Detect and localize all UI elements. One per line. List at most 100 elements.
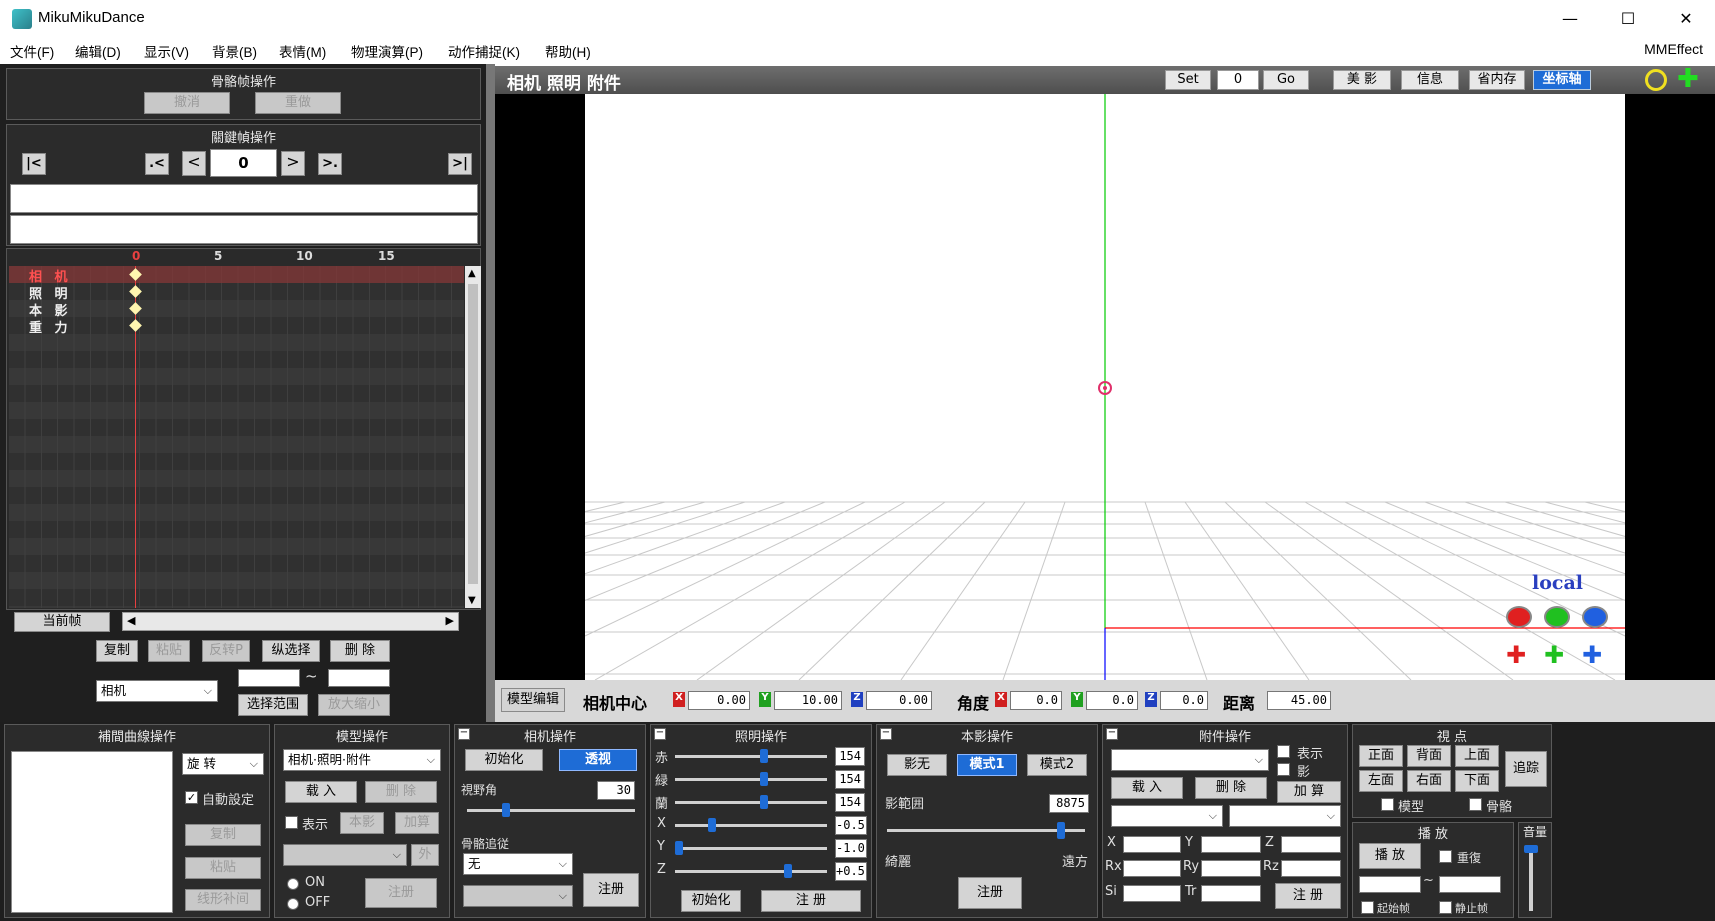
view-model-checkbox[interactable] (1381, 798, 1394, 811)
light-x-slider-track[interactable] (675, 824, 827, 827)
view-top-button[interactable]: 上面 (1455, 745, 1499, 767)
undo-button[interactable]: 撤消 (144, 92, 230, 114)
shadow-mode2-button[interactable]: 模式2 (1027, 754, 1087, 776)
camera-init-button[interactable]: 初始化 (465, 749, 543, 771)
fov-slider-track[interactable] (467, 809, 635, 812)
model-delete-button[interactable]: 删 除 (365, 781, 437, 803)
blue-input[interactable]: 154 (835, 793, 865, 812)
blue-slider-track[interactable] (675, 801, 827, 804)
redo-button[interactable]: 重做 (255, 92, 341, 114)
beauty-shadow-button[interactable]: 美 影 (1333, 70, 1391, 90)
follow-bone-select[interactable]: ⌵ (463, 885, 573, 907)
acc-z-input[interactable] (1281, 836, 1341, 853)
shadow-range-input[interactable]: 8875 (1049, 794, 1089, 813)
scroll-thumb[interactable] (468, 284, 478, 584)
distance-input[interactable]: 45.00 (1267, 691, 1331, 710)
timeline-grid[interactable] (9, 266, 464, 608)
goto-frame-input[interactable]: 0 (1217, 70, 1259, 90)
linear-interp-button[interactable]: 线形补间 (185, 889, 261, 911)
splitter[interactable] (486, 64, 495, 722)
save-memory-button[interactable]: 省内存 (1469, 70, 1525, 90)
last-frame-button[interactable]: >| (448, 153, 472, 175)
model-shadow-button[interactable]: 本影 (340, 812, 384, 834)
rotate-z-icon[interactable] (1582, 606, 1608, 628)
zoom-button[interactable]: 放大缩小 (318, 694, 390, 716)
interp-curve-canvas[interactable] (11, 751, 173, 913)
close-icon[interactable]: ✕ (1657, 0, 1715, 38)
acc-rz-input[interactable] (1281, 860, 1341, 877)
acc-x-input[interactable] (1123, 836, 1181, 853)
model-register-button[interactable]: 注册 (365, 878, 437, 908)
view-right-button[interactable]: 右面 (1407, 770, 1451, 792)
green-slider-thumb[interactable] (760, 772, 768, 786)
view-front-button[interactable]: 正面 (1359, 745, 1403, 767)
first-frame-button[interactable]: |< (22, 153, 46, 175)
model-add-button[interactable]: 加算 (395, 812, 439, 834)
rotate-x-icon[interactable] (1506, 606, 1532, 628)
track-gravity[interactable]: 重 力 (29, 317, 72, 336)
frame-info-field-1[interactable] (10, 184, 478, 213)
fov-slider-thumb[interactable] (502, 803, 510, 817)
shadow-range-slider-thumb[interactable] (1057, 822, 1065, 839)
timeline-hscrollbar[interactable]: ◀ ▶ (122, 612, 459, 631)
interp-paste-button[interactable]: 粘贴 (185, 857, 261, 879)
acc-si-input[interactable] (1123, 885, 1181, 902)
copy-button[interactable]: 复制 (96, 640, 138, 662)
acc-tr-input[interactable] (1201, 885, 1261, 902)
light-y-slider-thumb[interactable] (675, 841, 683, 855)
viewport-canvas[interactable] (585, 94, 1625, 680)
accessory-shadow-checkbox[interactable] (1277, 763, 1290, 776)
next-key-button[interactable]: >. (318, 153, 342, 175)
volume-slider-thumb[interactable] (1524, 845, 1538, 853)
perspective-button[interactable]: 透视 (559, 749, 637, 771)
start-frame-checkbox[interactable] (1361, 901, 1374, 914)
menu-physics[interactable]: 物理演算(P) (351, 41, 423, 61)
menu-motion-capture[interactable]: 动作捕捉(K) (448, 41, 520, 61)
accessory-parent-bone-select[interactable]: ⌵ (1229, 805, 1341, 827)
play-button[interactable]: 播 放 (1359, 843, 1421, 869)
target-select[interactable]: 相机 ⌵ (96, 680, 218, 702)
camera-center-x-input[interactable]: 0.00 (688, 691, 750, 710)
accessory-select[interactable]: ⌵ (1111, 749, 1269, 771)
axis-button[interactable]: 坐标轴 (1533, 70, 1591, 90)
menu-mmeffect[interactable]: MMEffect (1644, 41, 1703, 57)
menu-help[interactable]: 帮助(H) (545, 41, 591, 61)
accessory-register-button[interactable]: 注 册 (1275, 883, 1341, 909)
light-z-input[interactable]: +0.5 (835, 862, 867, 881)
angle-y-input[interactable]: 0.0 (1086, 691, 1138, 710)
repeat-checkbox[interactable] (1439, 850, 1452, 863)
menu-file[interactable]: 文件(F) (10, 41, 54, 61)
camera-center-y-input[interactable]: 10.00 (774, 691, 842, 710)
prev-key-button[interactable]: .< (145, 153, 169, 175)
go-button[interactable]: Go (1263, 70, 1309, 90)
next-frame-button[interactable]: > (281, 151, 305, 176)
view-bottom-button[interactable]: 下面 (1455, 770, 1499, 792)
view-back-button[interactable]: 背面 (1407, 745, 1451, 767)
move-z-icon[interactable]: ✚ (1582, 643, 1602, 667)
auto-set-checkbox[interactable]: ✓ (185, 791, 198, 804)
zoom-icon[interactable] (1645, 69, 1667, 91)
light-z-slider-track[interactable] (675, 870, 827, 873)
volume-slider-track[interactable] (1529, 845, 1533, 911)
red-slider-thumb[interactable] (760, 749, 768, 763)
shadow-range-slider-track[interactable] (887, 829, 1085, 832)
interp-copy-button[interactable]: 复制 (185, 824, 261, 846)
timeline-vscrollbar[interactable]: ▲ ▼ (465, 266, 481, 608)
range-start-input[interactable] (238, 669, 300, 687)
rotate-y-icon[interactable] (1544, 606, 1570, 628)
range-end-input[interactable] (328, 669, 390, 687)
scroll-down-icon[interactable]: ▼ (468, 595, 476, 606)
model-show-checkbox[interactable] (285, 816, 298, 829)
model-select[interactable]: 相机·照明·附件 ⌵ (283, 749, 441, 771)
menu-background[interactable]: 背景(B) (212, 41, 257, 61)
current-frame-button[interactable]: 当前帧 (14, 612, 110, 632)
paste-button[interactable]: 粘贴 (148, 640, 190, 662)
set-button[interactable]: Set (1165, 70, 1211, 90)
menu-expression[interactable]: 表情(M) (279, 41, 326, 61)
red-slider-track[interactable] (675, 755, 827, 758)
light-register-button[interactable]: 注 册 (761, 890, 861, 912)
play-start-input[interactable] (1359, 876, 1421, 893)
interp-type-select[interactable]: 旋 转 ⌵ (182, 753, 264, 775)
acc-rx-input[interactable] (1123, 860, 1181, 877)
camera-center-z-input[interactable]: 0.00 (866, 691, 932, 710)
